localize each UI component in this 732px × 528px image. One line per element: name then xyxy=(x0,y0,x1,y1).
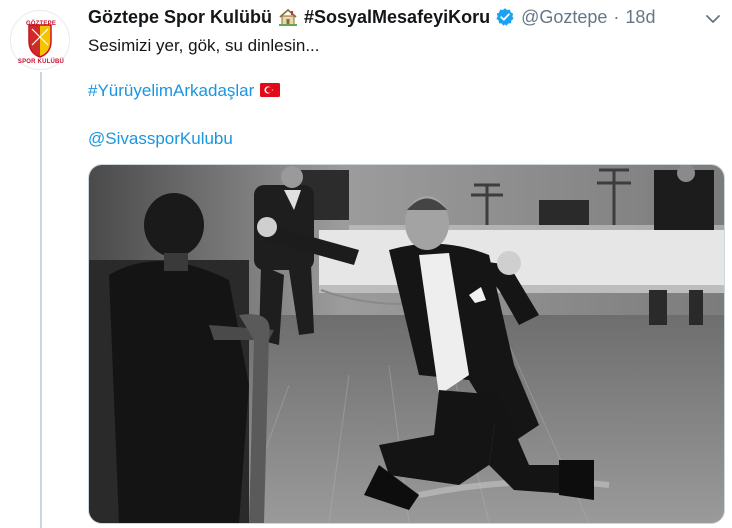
tweet-header: Göztepe Spor Kulübü #SosyalMesafeyiKoru … xyxy=(88,4,732,30)
tweet-hashtag-line: #YürüyelimArkadaşlar xyxy=(88,80,281,102)
chevron-down-icon[interactable] xyxy=(704,10,722,28)
author-name[interactable]: Göztepe Spor Kulübü xyxy=(88,7,272,28)
thread-connector-line xyxy=(40,72,42,528)
crest-top-text: GÖZTEPE xyxy=(25,21,57,27)
tweet-photo[interactable] xyxy=(88,164,725,524)
tweet-text-line: Sesimizi yer, gök, su dinlesin... xyxy=(88,36,320,55)
crest-bottom-text: SPOR KULÜBÜ xyxy=(17,59,65,65)
hashtag-link[interactable]: #YürüyelimArkadaşlar xyxy=(88,81,254,100)
tweet-mention-line: @SivassporKulubu xyxy=(88,128,233,150)
verified-badge-icon xyxy=(496,8,514,26)
author-handle[interactable]: @Goztepe xyxy=(521,7,607,28)
house-emoji-icon xyxy=(279,8,297,26)
dancing-man-photo xyxy=(89,165,724,523)
mention-link[interactable]: @SivassporKulubu xyxy=(88,129,233,148)
turkey-flag-icon xyxy=(260,83,281,97)
author-hashtag-name: #SosyalMesafeyiKoru xyxy=(304,6,491,27)
tweet-timestamp[interactable]: 18d xyxy=(625,7,655,28)
avatar[interactable]: GÖZTEPE SPOR KULÜBÜ xyxy=(10,10,70,70)
separator-dot: · xyxy=(613,6,620,27)
